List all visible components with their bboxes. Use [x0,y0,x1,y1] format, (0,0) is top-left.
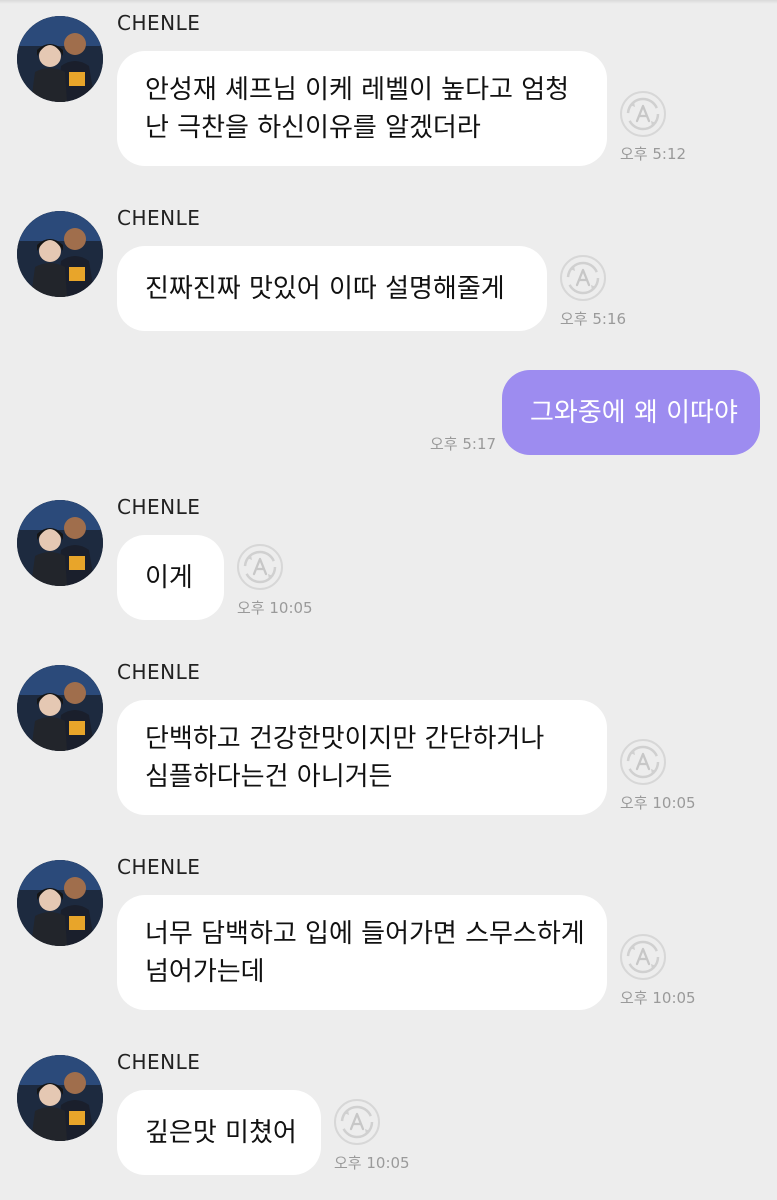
sender-name: CHENLE [117,11,201,35]
message-bubble[interactable]: 그와중에 왜 이따야 [502,370,760,455]
message-text-line: 심플하다는건 아니거든 [145,761,393,792]
profile-photo-icon [17,500,103,586]
ai-translate-button[interactable] [334,1099,380,1145]
timestamp: 오후 5:12 [620,145,687,163]
top-edge [0,0,777,4]
ai-translate-icon [626,97,660,131]
message-bubble[interactable]: 이게 [117,535,224,620]
message-text-line: 안성재 셰프님 이케 레벨이 높다고 엄청 [145,74,570,105]
avatar[interactable] [17,860,103,946]
message-text-line: 단백하고 건강한맛이지만 간단하거나 [145,723,545,754]
ai-translate-button[interactable] [620,91,666,137]
avatar[interactable] [17,16,103,102]
profile-photo-icon [17,211,103,297]
profile-photo-icon [17,860,103,946]
sender-name: CHENLE [117,1050,201,1074]
sender-name: CHENLE [117,660,201,684]
message-text-line: 너무 담백하고 입에 들어가면 스무스하게 [145,918,585,949]
avatar[interactable] [17,1055,103,1141]
ai-translate-button[interactable] [560,255,606,301]
message-text-line: 난 극찬을 하신이유를 알겠더라 [145,112,481,143]
timestamp: 오후 10:05 [620,794,696,812]
sender-name: CHENLE [117,206,201,230]
message-text-line: 이게 [145,562,193,593]
message-text-line: 넘어가는데 [145,956,265,987]
message-bubble[interactable]: 진짜진짜 맛있어 이따 설명해줄게 [117,246,547,331]
message-text-line: 그와중에 왜 이따야 [530,397,738,428]
ai-translate-icon [626,745,660,779]
ai-translate-button[interactable] [620,739,666,785]
ai-translate-icon [626,940,660,974]
message-bubble[interactable]: 안성재 셰프님 이케 레벨이 높다고 엄청 난 극찬을 하신이유를 알겠더라 [117,51,607,166]
timestamp: 오후 5:17 [430,435,497,453]
ai-translate-icon [243,550,277,584]
avatar[interactable] [17,500,103,586]
timestamp: 오후 10:05 [620,989,696,1007]
timestamp: 오후 5:16 [560,310,627,328]
ai-translate-button[interactable] [620,934,666,980]
profile-photo-icon [17,16,103,102]
avatar[interactable] [17,665,103,751]
timestamp: 오후 10:05 [237,599,313,617]
avatar[interactable] [17,211,103,297]
timestamp: 오후 10:05 [334,1154,410,1172]
sender-name: CHENLE [117,495,201,519]
sender-name: CHENLE [117,855,201,879]
message-bubble[interactable]: 깊은맛 미쳤어 [117,1090,321,1175]
profile-photo-icon [17,1055,103,1141]
message-text-line: 진짜진짜 맛있어 이따 설명해줄게 [145,273,505,304]
profile-photo-icon [17,665,103,751]
ai-translate-button[interactable] [237,544,283,590]
message-bubble[interactable]: 너무 담백하고 입에 들어가면 스무스하게 넘어가는데 [117,895,607,1010]
ai-translate-icon [566,261,600,295]
ai-translate-icon [340,1105,374,1139]
message-text-line: 깊은맛 미쳤어 [145,1117,297,1148]
message-bubble[interactable]: 단백하고 건강한맛이지만 간단하거나 심플하다는건 아니거든 [117,700,607,815]
